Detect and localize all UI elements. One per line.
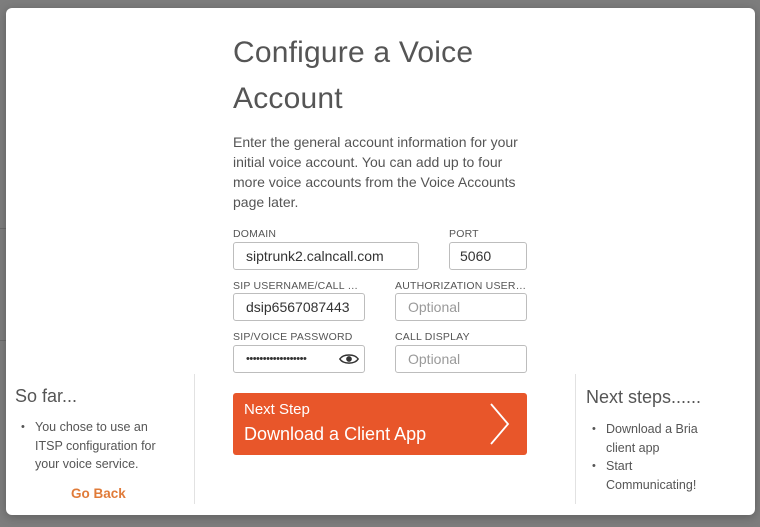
go-back-link[interactable]: Go Back	[71, 486, 126, 501]
next-step-button[interactable]: Next Step Download a Client App	[233, 393, 527, 455]
chevron-right-icon	[490, 403, 510, 445]
sip-username-input[interactable]	[233, 293, 365, 321]
so-far-title: So far...	[15, 386, 78, 406]
call-display-input[interactable]	[395, 345, 527, 373]
authorization-username-label: AUTHORIZATION USERN...	[395, 280, 527, 292]
port-label: PORT	[449, 228, 479, 240]
page-title: Configure a Voice Account	[233, 36, 474, 115]
left-divider	[194, 374, 195, 504]
list-item: Start Communicating!	[592, 457, 716, 494]
sip-username-label: SIP USERNAME/CALL EX...	[233, 280, 365, 292]
page-description: Enter the general account information fo…	[233, 134, 518, 210]
main-panel: Configure a Voice Account Enter the gene…	[233, 30, 533, 212]
list-item: Download a Bria client app	[592, 420, 716, 457]
next-steps-title: Next steps......	[586, 387, 702, 407]
authorization-username-input[interactable]	[395, 293, 527, 321]
call-display-label: CALL DISPLAY	[395, 331, 470, 343]
eye-icon[interactable]	[339, 352, 359, 366]
sip-password-label: SIP/VOICE PASSWORD	[233, 331, 353, 343]
so-far-list: You chose to use an ITSP configuration f…	[21, 418, 175, 474]
configure-voice-account-modal: Configure a Voice Account Enter the gene…	[6, 8, 755, 515]
domain-input[interactable]	[233, 242, 419, 270]
domain-label: DOMAIN	[233, 228, 277, 240]
next-step-title: Download a Client App	[244, 424, 427, 444]
sip-password-field	[233, 345, 365, 373]
next-steps-list: Download a Bria client app Start Communi…	[592, 420, 716, 494]
list-item: You chose to use an ITSP configuration f…	[21, 418, 175, 474]
right-divider	[575, 374, 576, 504]
next-step-label: Next Step	[244, 401, 310, 418]
port-input[interactable]	[449, 242, 527, 270]
